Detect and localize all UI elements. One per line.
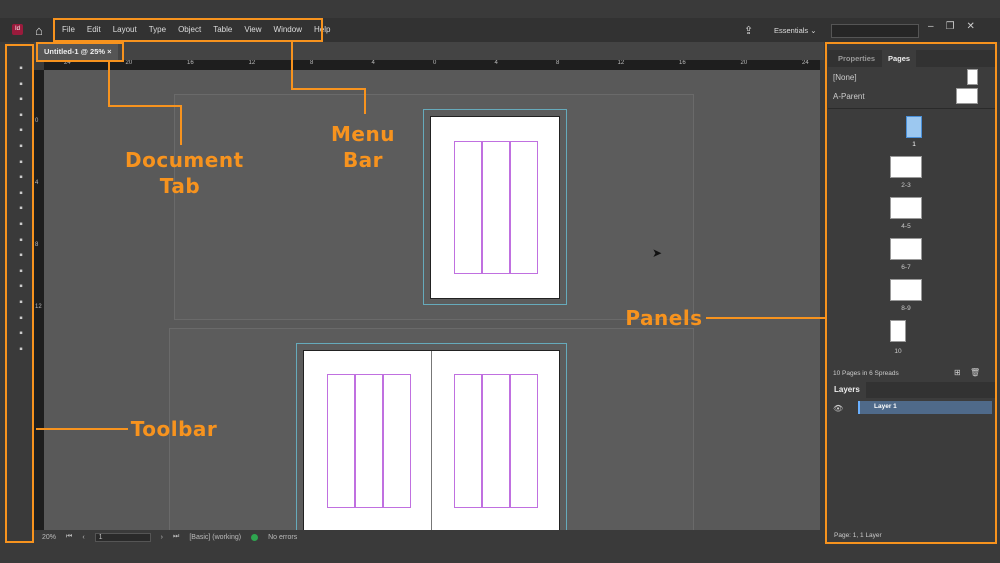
column-guide bbox=[383, 374, 411, 508]
search-input[interactable] bbox=[831, 24, 919, 38]
ruler-tick: 8 bbox=[310, 60, 314, 66]
ruler-tick: 0 bbox=[433, 60, 437, 66]
ruler-tick: 12 bbox=[248, 60, 256, 66]
panels-highlight bbox=[825, 42, 997, 544]
preflight-status-icon bbox=[251, 533, 259, 541]
pasteboard[interactable]: ➤ bbox=[44, 70, 820, 538]
page-spread-2-3[interactable] bbox=[303, 350, 560, 536]
column-guide bbox=[454, 374, 482, 508]
style-selector[interactable]: [Basic] (working) bbox=[189, 534, 241, 541]
ruler-tick: 12 bbox=[35, 304, 42, 310]
toolbar-highlight bbox=[5, 44, 34, 543]
menu-bar-annotation: Menu Bar bbox=[331, 122, 395, 172]
workspace-switcher[interactable]: Essentials ⌄ bbox=[774, 26, 817, 35]
home-icon[interactable]: ⌂ bbox=[35, 23, 43, 38]
cursor-icon: ➤ bbox=[652, 246, 663, 260]
app-logo: Id bbox=[12, 24, 23, 35]
ruler-tick: 20 bbox=[125, 60, 133, 66]
ruler-tick: 8 bbox=[35, 242, 39, 248]
ruler-tick: 4 bbox=[371, 60, 375, 66]
document-tab-highlight bbox=[36, 42, 124, 62]
column-guide bbox=[482, 141, 510, 274]
ruler-tick: 12 bbox=[617, 60, 625, 66]
restore-icon[interactable]: ❐ bbox=[946, 21, 955, 32]
ruler-tick: 8 bbox=[556, 60, 560, 66]
vertical-ruler: 0 4 8 12 bbox=[34, 70, 44, 530]
ruler-tick: 20 bbox=[740, 60, 748, 66]
column-guide bbox=[482, 374, 510, 508]
ruler-tick: 0 bbox=[35, 118, 39, 124]
horizontal-ruler: 24 20 16 12 8 4 0 4 8 12 16 20 24 bbox=[44, 60, 820, 70]
status-bar: 20% ⏮ ‹ 1 › ⏭ [Basic] (working) No error… bbox=[34, 530, 824, 544]
panels-annotation: Panels bbox=[625, 306, 703, 330]
chevron-down-icon: ⌄ bbox=[810, 26, 817, 35]
ruler-tick: 4 bbox=[494, 60, 498, 66]
toolbar-annotation: Toolbar bbox=[130, 417, 218, 441]
column-guide bbox=[510, 374, 538, 508]
menu-bar-highlight bbox=[53, 18, 323, 42]
zoom-level[interactable]: 20% bbox=[42, 534, 56, 541]
first-page-icon[interactable]: ⏮ bbox=[66, 533, 72, 541]
share-icon[interactable]: ⇪ bbox=[744, 24, 753, 37]
prev-page-icon[interactable]: ‹ bbox=[82, 534, 84, 541]
page-1[interactable] bbox=[430, 116, 560, 299]
column-guide bbox=[355, 374, 383, 508]
column-guide bbox=[327, 374, 355, 508]
ruler-tick: 24 bbox=[802, 60, 809, 66]
column-guide bbox=[454, 141, 482, 274]
preflight-status[interactable]: No errors bbox=[268, 534, 297, 541]
window-controls: – ❐ ✕ bbox=[928, 21, 975, 32]
ruler-tick: 16 bbox=[187, 60, 194, 66]
page-number-field[interactable]: 1 bbox=[94, 532, 151, 542]
close-icon[interactable]: ✕ bbox=[967, 21, 975, 32]
column-guide bbox=[510, 141, 538, 274]
document-tab-annotation: Document Tab bbox=[125, 148, 244, 198]
document-tab-bar bbox=[34, 42, 824, 60]
minimize-icon[interactable]: – bbox=[928, 21, 934, 32]
workspace-label: Essentials bbox=[774, 26, 809, 35]
last-page-icon[interactable]: ⏭ bbox=[173, 533, 179, 541]
next-page-icon[interactable]: › bbox=[161, 534, 163, 541]
ruler-tick: 16 bbox=[679, 60, 686, 66]
spine bbox=[431, 351, 432, 536]
ruler-tick: 4 bbox=[35, 180, 39, 186]
